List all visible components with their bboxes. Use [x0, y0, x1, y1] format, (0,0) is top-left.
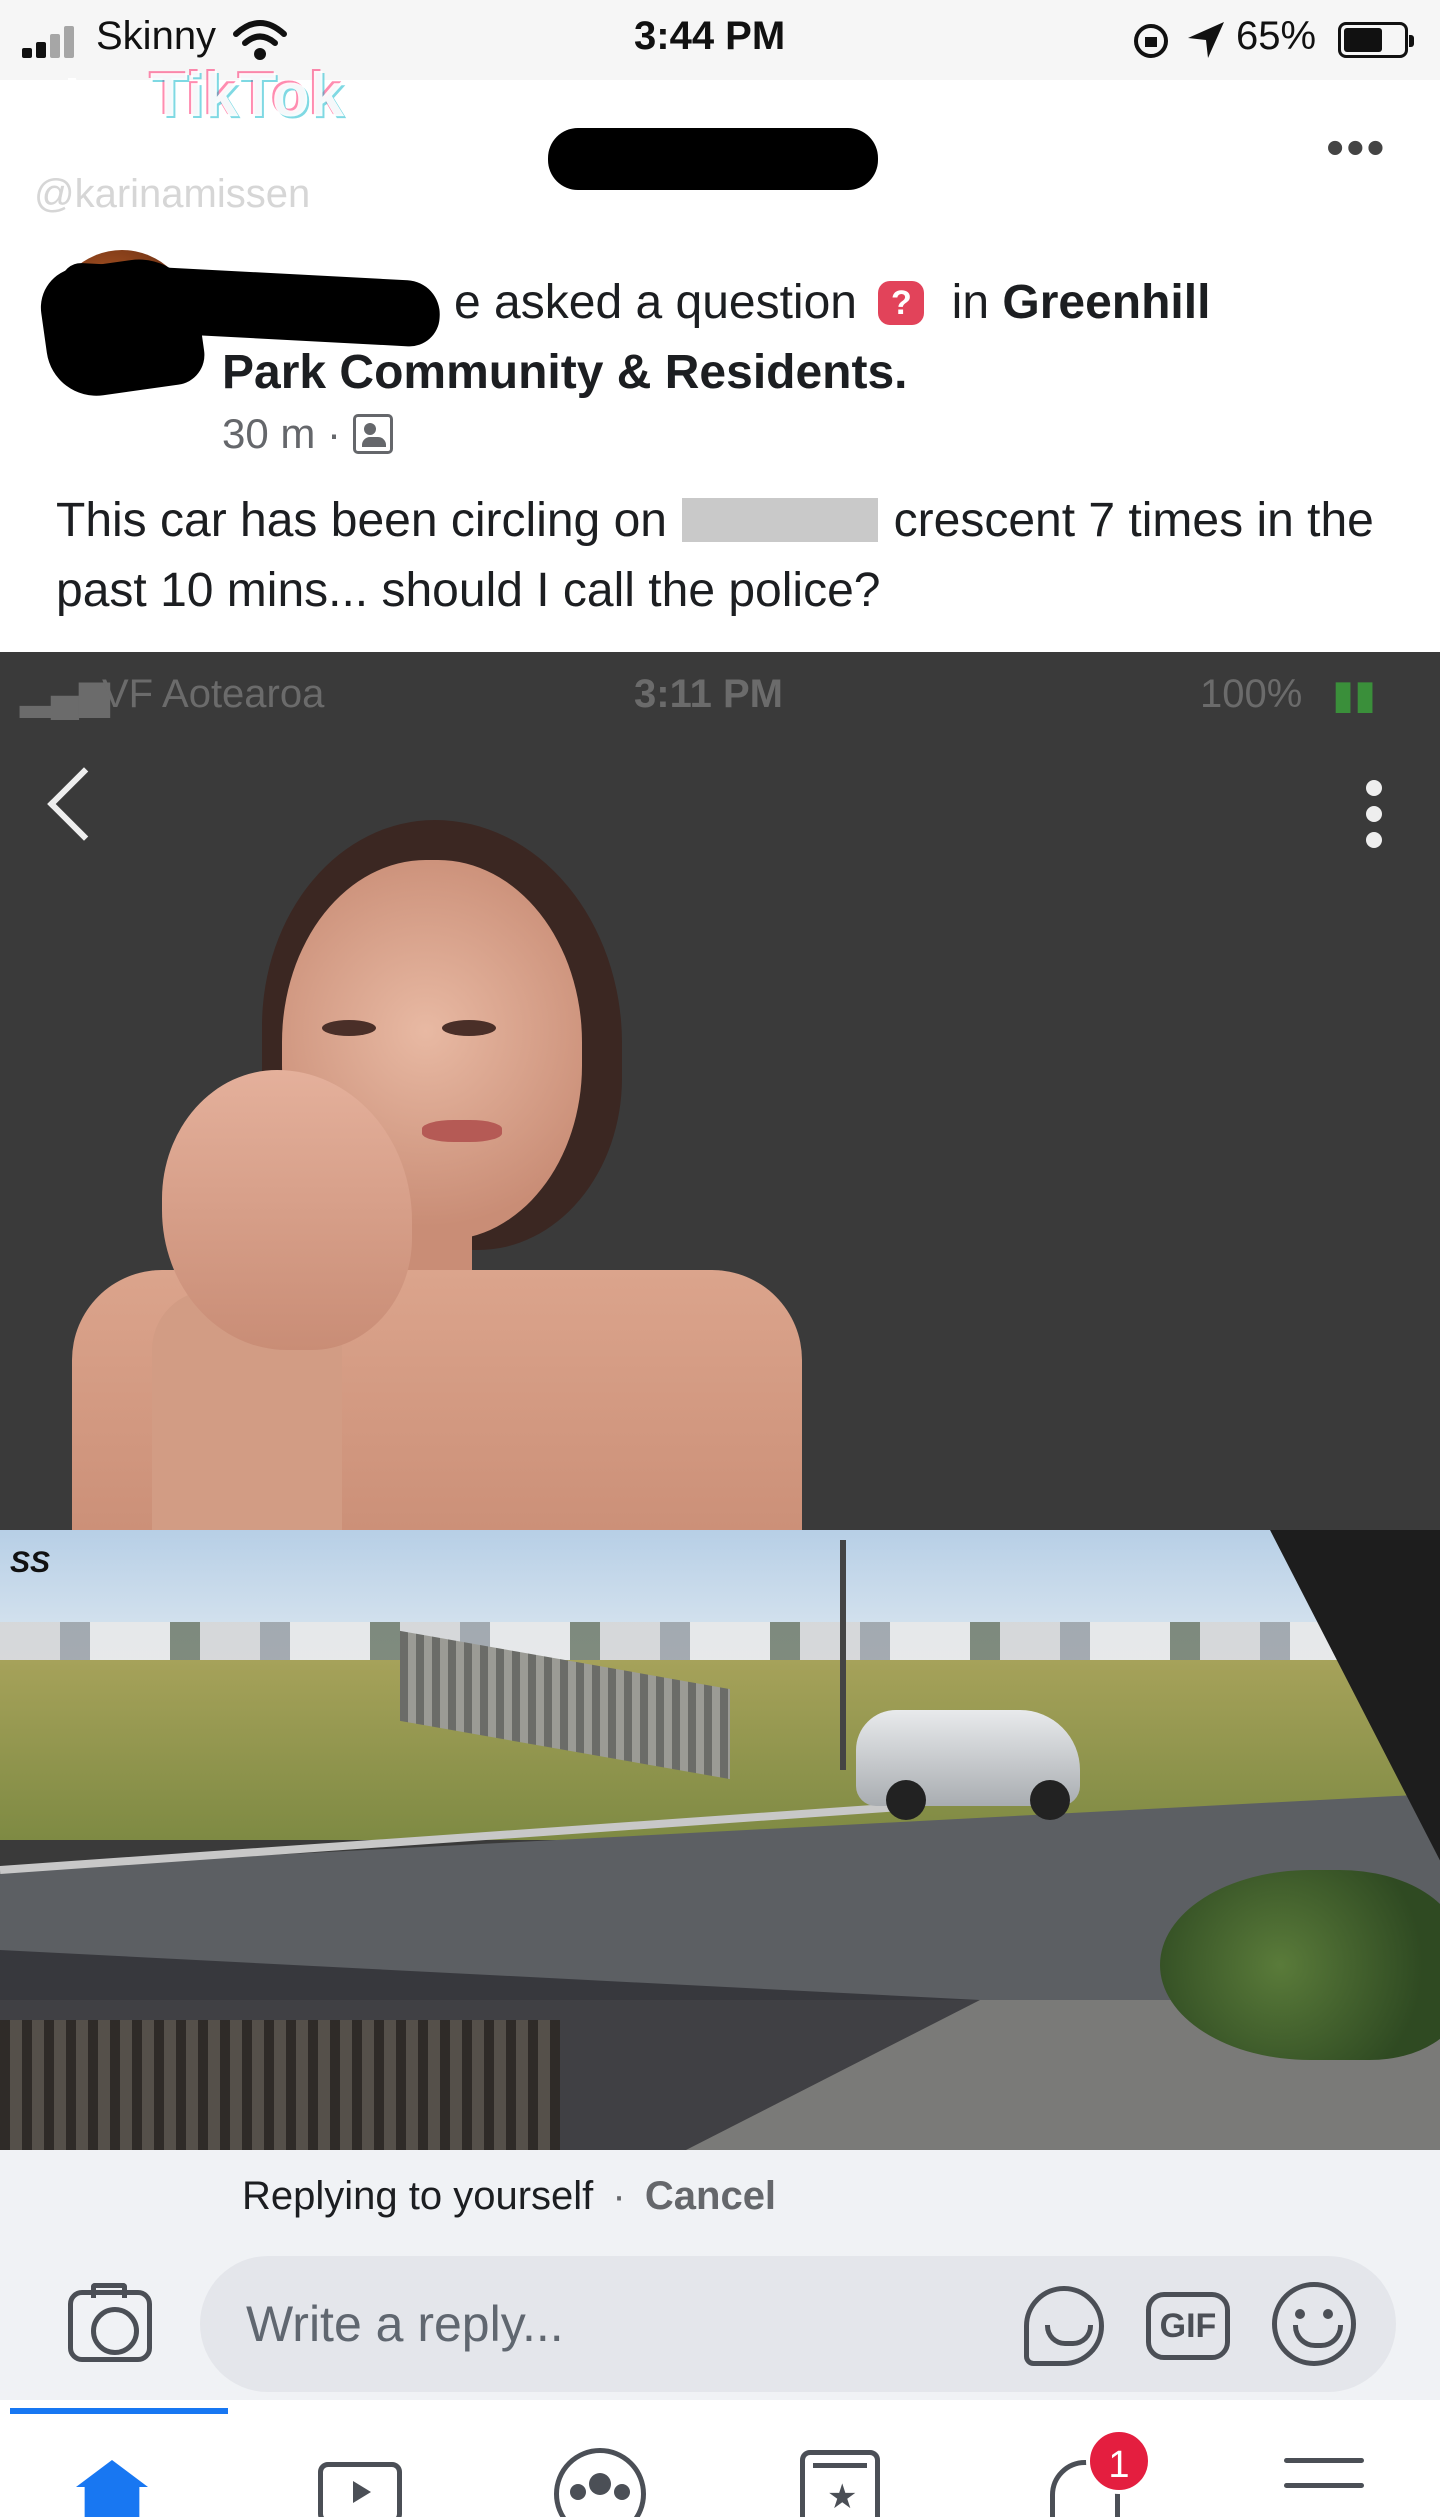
cancel-reply-button[interactable]: Cancel: [645, 2174, 776, 2218]
group-name-cont[interactable]: Park Community & Residents.: [222, 346, 908, 399]
location-icon: [1188, 22, 1224, 58]
replying-label: Replying to yourself: [242, 2174, 594, 2218]
post-timestamp[interactable]: 30 m: [222, 410, 315, 457]
tab-watch[interactable]: [300, 2440, 420, 2517]
battery-percent: 65%: [1236, 14, 1317, 58]
tab-pages[interactable]: [780, 2440, 900, 2517]
post-image[interactable]: ▂▄▆ VF Aotearoa 3:11 PM 100% ▮▮ SS: [0, 652, 1440, 2150]
tab-menu[interactable]: [1264, 2440, 1384, 2517]
groups-icon: [554, 2448, 646, 2517]
inner-carrier: VF Aotearoa: [102, 672, 325, 716]
carrier-label: Skinny: [96, 14, 217, 58]
tab-groups[interactable]: [540, 2440, 660, 2517]
post-meta: 30 m ·: [222, 410, 393, 458]
tiktok-username: @karinamissen: [34, 172, 311, 216]
post-text: This car has been circling on crescent 7…: [56, 486, 1396, 626]
replying-indicator: Replying to yourself · Cancel: [242, 2174, 776, 2219]
camera-logo: SS: [10, 1546, 51, 1579]
watch-icon: [318, 2462, 402, 2517]
rotation-lock-icon: [1134, 24, 1168, 58]
hamburger-menu-icon: [1284, 2458, 1364, 2508]
group-name[interactable]: Greenhill: [1002, 276, 1210, 329]
tiktok-watermark: TikTok: [150, 61, 345, 130]
security-camera-image: [0, 1530, 1440, 2150]
inner-signal-icon: ▂▄▆: [20, 673, 110, 717]
camera-icon[interactable]: [68, 2283, 152, 2362]
redaction-bar: [548, 128, 878, 190]
tiktok-logo-icon: [44, 78, 95, 138]
group-privacy-icon: [352, 414, 393, 454]
notification-badge: 1: [1086, 2428, 1152, 2494]
pages-icon: [800, 2450, 880, 2517]
group-prefix: in: [951, 276, 990, 329]
question-icon: ?: [878, 281, 925, 325]
inner-battery: 100%: [1200, 672, 1303, 716]
post-action: asked a question: [494, 276, 857, 329]
inner-battery-icon: ▮▮: [1332, 673, 1377, 717]
status-time: 3:44 PM: [634, 14, 786, 58]
signal-icon: [22, 26, 86, 58]
street-redaction: [682, 498, 879, 542]
tab-bar: [0, 2400, 1440, 2517]
sticker-icon[interactable]: [1024, 2286, 1104, 2366]
post-text-part1: This car has been circling on: [56, 494, 667, 547]
emoji-icon[interactable]: [1272, 2282, 1356, 2366]
active-tab-indicator: [10, 2408, 228, 2414]
wifi-icon: [233, 20, 287, 60]
person-image: [72, 820, 802, 1610]
gif-button[interactable]: GIF: [1146, 2292, 1230, 2360]
tab-home[interactable]: [62, 2440, 182, 2517]
replying-separator: ·: [612, 2174, 626, 2218]
inner-status-bar: ▂▄▆ VF Aotearoa 3:11 PM 100% ▮▮: [0, 652, 1440, 732]
inner-time: 3:11 PM: [634, 672, 783, 716]
more-options-button[interactable]: •••: [1326, 122, 1390, 174]
author-name[interactable]: e: [454, 276, 481, 329]
meta-separator: ·: [327, 410, 342, 457]
kebab-menu-icon: [1362, 780, 1386, 858]
battery-icon: [1338, 22, 1414, 58]
home-icon: [76, 2460, 148, 2517]
